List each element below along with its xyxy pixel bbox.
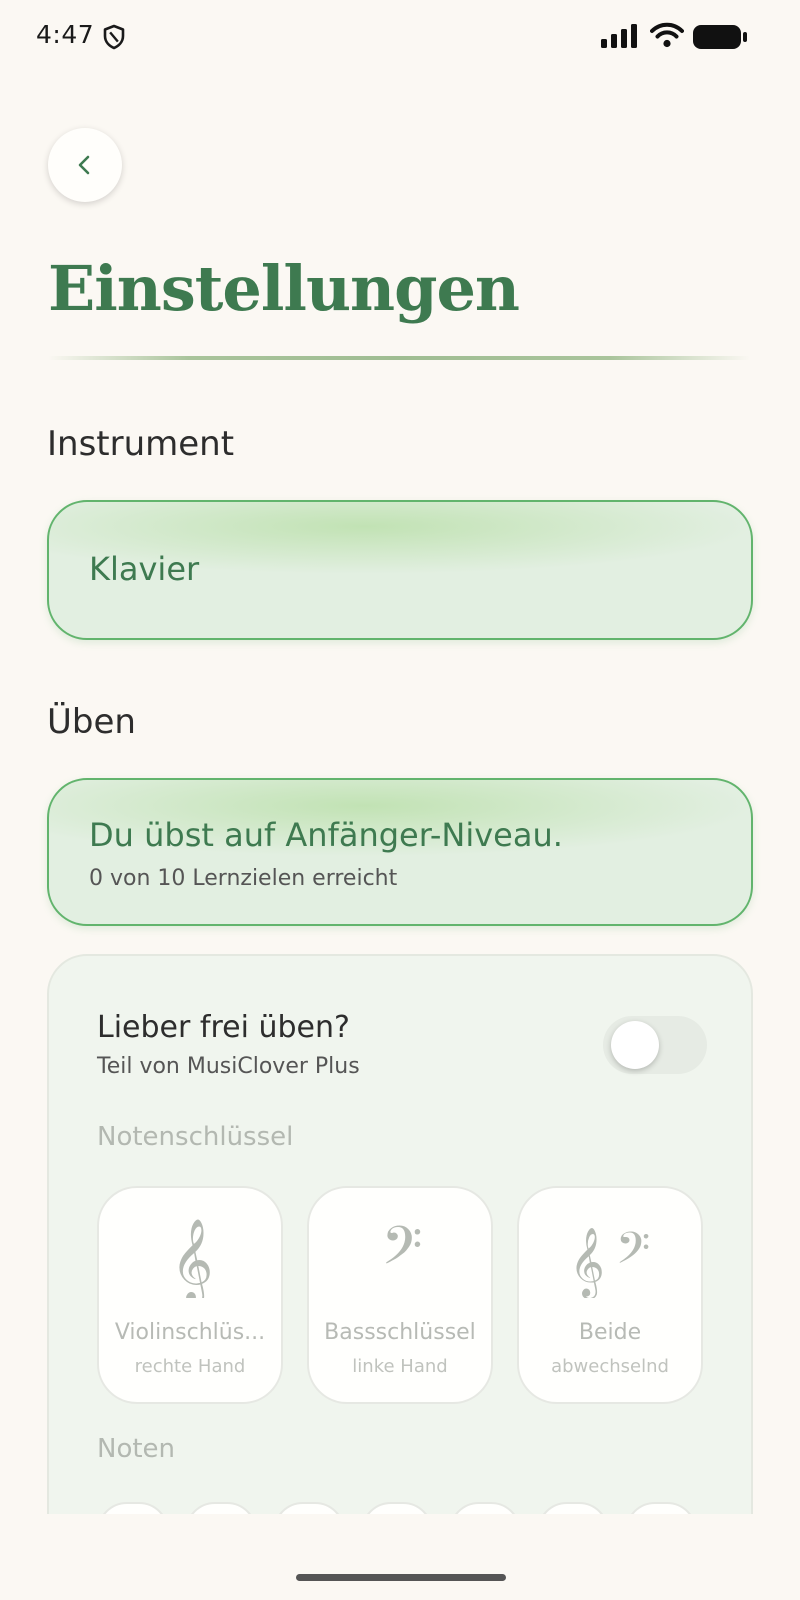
- treble-clef-icon: 𝄞: [171, 1218, 214, 1298]
- clef-sub-both: abwechselnd: [551, 1356, 669, 1377]
- page-title: Einstellungen: [48, 252, 520, 325]
- status-time: 4:47: [36, 20, 95, 49]
- level-progress: 0 von 10 Lernzielen erreicht: [89, 866, 398, 891]
- level-title: Du übst auf Anfänger-Niveau.: [89, 816, 563, 854]
- clef-sub-treble: rechte Hand: [134, 1356, 246, 1377]
- status-bar: 4:47: [0, 0, 800, 76]
- instrument-selector[interactable]: Klavier: [47, 500, 753, 640]
- level-card[interactable]: Du übst auf Anfänger-Niveau. 0 von 10 Le…: [47, 778, 753, 926]
- clef-sub-bass: linke Hand: [352, 1356, 448, 1377]
- chevron-left-icon: [78, 155, 90, 175]
- clef-label-both: Beide: [578, 1320, 642, 1345]
- free-practice-subtitle: Teil von MusiClover Plus: [97, 1054, 360, 1079]
- svg-text:𝄢: 𝄢: [616, 1222, 651, 1285]
- bottom-bar: [0, 1514, 800, 1600]
- battery-icon: [693, 25, 747, 49]
- back-button[interactable]: [48, 128, 122, 202]
- svg-text:𝄞: 𝄞: [569, 1227, 604, 1298]
- shield-icon: [103, 24, 125, 50]
- svg-text:𝄞: 𝄞: [171, 1218, 214, 1298]
- practice-heading: Üben: [47, 702, 136, 742]
- clef-option-treble[interactable]: 𝄞 Violinschlüs... rechte Hand: [97, 1186, 283, 1404]
- clef-label-bass: Bassschlüssel: [324, 1320, 476, 1345]
- clef-label-treble: Violinschlüs...: [114, 1320, 266, 1345]
- instrument-heading: Instrument: [47, 424, 235, 464]
- both-clefs-icon: 𝄞 𝄢: [569, 1222, 651, 1298]
- wifi-icon: [650, 22, 684, 48]
- title-divider: [48, 356, 750, 360]
- settings-screen: 4:47 Einstellungen Instrument Klavier Üb…: [0, 0, 800, 1600]
- clef-option-both[interactable]: 𝄞 𝄢 Beide abwechselnd: [517, 1186, 703, 1404]
- signal-icon: [601, 24, 637, 48]
- home-indicator[interactable]: [296, 1574, 506, 1581]
- toggle-knob: [611, 1021, 659, 1069]
- svg-text:𝄢: 𝄢: [381, 1218, 422, 1290]
- practice-settings-panel: Lieber frei üben? Teil von MusiClover Pl…: [47, 954, 753, 1600]
- notes-heading: Noten: [97, 1434, 176, 1464]
- bass-clef-icon: 𝄢: [381, 1218, 422, 1290]
- clef-heading: Notenschlüssel: [97, 1122, 294, 1152]
- clef-option-bass[interactable]: 𝄢 Bassschlüssel linke Hand: [307, 1186, 493, 1404]
- instrument-value: Klavier: [89, 550, 200, 588]
- free-practice-toggle[interactable]: [603, 1016, 707, 1074]
- free-practice-title: Lieber frei üben?: [97, 1010, 350, 1045]
